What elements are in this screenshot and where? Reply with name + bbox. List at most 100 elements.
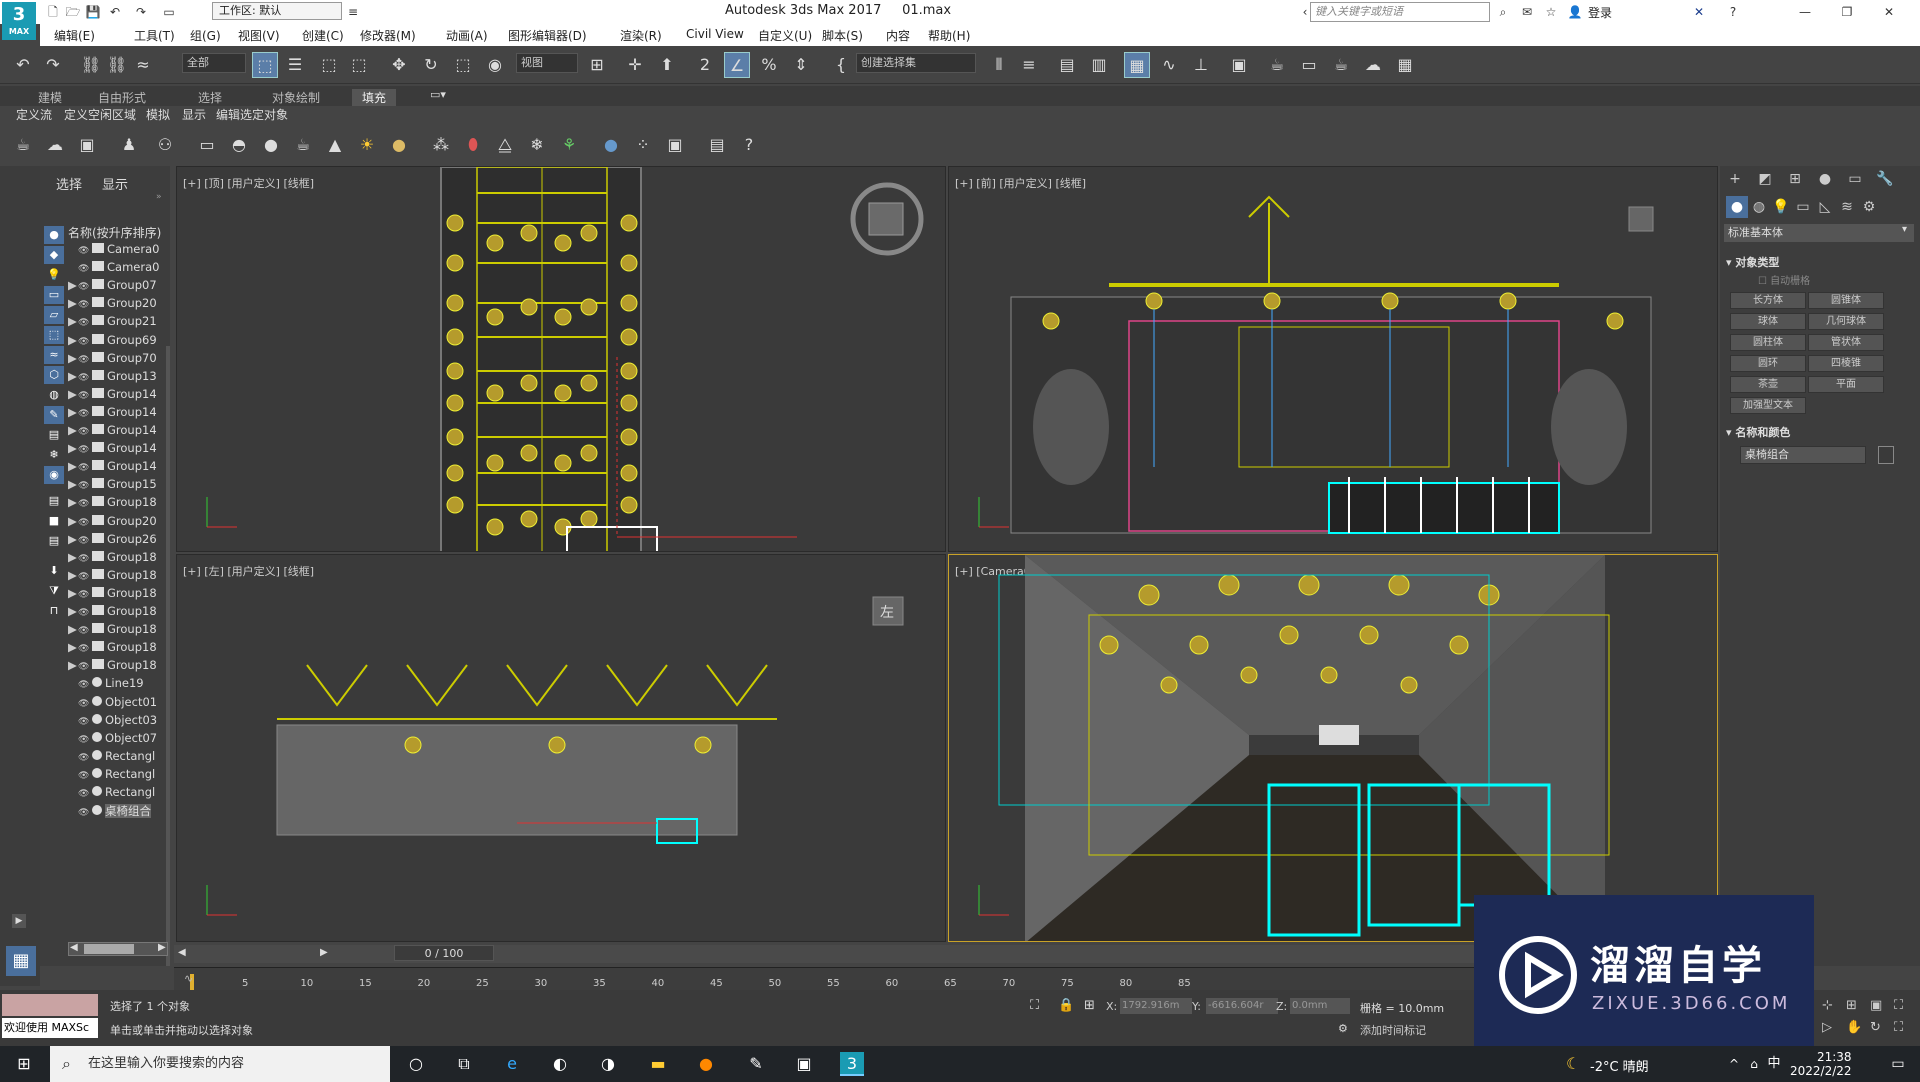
menu-item[interactable]: 创建(C): [302, 27, 344, 44]
redo-icon[interactable]: ↷: [132, 3, 150, 21]
display-frozen-icon[interactable]: ❄: [44, 446, 64, 464]
spinner-snap-icon[interactable]: ⇕: [788, 52, 814, 78]
3dsmax-taskbar-icon[interactable]: 3: [840, 1052, 864, 1076]
visibility-eye-icon[interactable]: 👁: [78, 572, 92, 582]
y-coordinate-field[interactable]: -6616.604r: [1206, 998, 1278, 1014]
display-children-icon[interactable]: ▤: [44, 492, 64, 510]
menu-item[interactable]: 工具(T): [134, 27, 175, 44]
scene-explorer-tab[interactable]: 选择: [56, 174, 82, 193]
menu-item[interactable]: 自定义(U): [758, 27, 812, 44]
ribbon-panel-item[interactable]: 显示: [182, 106, 206, 123]
file-explorer-icon[interactable]: ▬: [646, 1052, 670, 1076]
edge-icon[interactable]: e: [500, 1052, 524, 1076]
rendered-frame-icon[interactable]: ▭: [1296, 52, 1322, 78]
scene-list-item[interactable]: ▶👁 Group70: [68, 351, 170, 369]
object-color-swatch[interactable]: [1878, 446, 1894, 464]
scene-horizontal-scrollbar[interactable]: [68, 942, 168, 956]
visibility-eye-icon[interactable]: 👁: [78, 753, 92, 763]
scene-list-item[interactable]: ▶👁 Group69: [68, 333, 170, 351]
windows-start-icon[interactable]: ⊞: [12, 1052, 36, 1076]
scene-list-item[interactable]: 👁 Object07: [68, 731, 170, 749]
expand-chevron-icon[interactable]: ▶: [68, 514, 78, 528]
expand-chevron-icon[interactable]: ▶: [68, 586, 78, 600]
close-icon[interactable]: ✕: [1880, 3, 1898, 21]
primitive-button[interactable]: 球体: [1730, 313, 1806, 330]
name-color-section[interactable]: ▾ 名称和颜色: [1726, 424, 1790, 440]
time-prev-icon[interactable]: ◀: [178, 947, 186, 958]
angle-snap-icon[interactable]: ∠: [724, 52, 750, 78]
color-dots-icon[interactable]: ⁘: [632, 134, 654, 156]
percent-snap-icon[interactable]: %: [756, 52, 782, 78]
named-selection-dropdown[interactable]: 创建选择集: [856, 53, 976, 73]
scene-list-item[interactable]: ▶👁 Group14: [68, 405, 170, 423]
select-by-name-icon[interactable]: ☰: [282, 52, 308, 78]
menu-item[interactable]: 组(G): [190, 27, 221, 44]
absolute-mode-icon[interactable]: ⊞: [1084, 998, 1095, 1013]
visibility-eye-icon[interactable]: 👁: [78, 680, 92, 690]
select-children-icon[interactable]: ⬇: [44, 562, 64, 580]
add-time-tag[interactable]: 添加时间标记: [1360, 1022, 1426, 1038]
visibility-eye-icon[interactable]: 👁: [78, 626, 92, 636]
scene-list-item[interactable]: 👁 Camera0: [68, 242, 170, 260]
scroll-left-icon[interactable]: ◀: [70, 942, 78, 953]
notepad-icon[interactable]: ✎: [744, 1052, 768, 1076]
open-file-icon[interactable]: 🗁: [64, 3, 82, 21]
ribbon-tab[interactable]: 选择: [198, 89, 222, 106]
ime-indicator[interactable]: 中: [1762, 1052, 1786, 1076]
visibility-eye-icon[interactable]: 👁: [78, 337, 92, 347]
visibility-eye-icon[interactable]: 👁: [78, 735, 92, 745]
box-prim-icon[interactable]: ▭: [196, 134, 218, 156]
dome-icon[interactable]: ◓: [228, 134, 250, 156]
menu-item[interactable]: 脚本(S): [822, 27, 863, 44]
clipboard-icon[interactable]: ▤: [706, 134, 728, 156]
scale-icon[interactable]: ⬚: [450, 52, 476, 78]
visibility-eye-icon[interactable]: 👁: [78, 427, 92, 437]
image-icon[interactable]: ▣: [76, 134, 98, 156]
create-tab-icon[interactable]: +: [1724, 168, 1746, 190]
ribbon-panel-item[interactable]: 编辑选定对象: [216, 106, 288, 123]
display-all-icon[interactable]: ●: [44, 226, 64, 244]
expand-chevron-icon[interactable]: ▶: [68, 441, 78, 455]
a360-gallery-icon[interactable]: ▦: [1392, 52, 1418, 78]
zoom-extents-all-icon[interactable]: ⛶: [1894, 998, 1903, 1013]
shapes-icon[interactable]: ◍: [1748, 196, 1770, 218]
scene-list-item[interactable]: ▶👁 Group21: [68, 314, 170, 332]
visibility-eye-icon[interactable]: 👁: [78, 264, 92, 274]
visibility-eye-icon[interactable]: 👁: [78, 481, 92, 491]
display-cameras-icon[interactable]: ▭: [44, 286, 64, 304]
expand-chevron-icon[interactable]: ▶: [68, 296, 78, 310]
expand-chevron-icon[interactable]: ▶: [68, 333, 78, 347]
display-hidden-icon[interactable]: ◉: [44, 466, 64, 484]
expand-chevron-icon[interactable]: ▶: [68, 658, 78, 672]
viewport-camera[interactable]: [+] [Camera01] [用户定义] [边面]: [948, 554, 1718, 942]
teapot-icon[interactable]: ☕: [12, 134, 34, 156]
app-icon-3[interactable]: ▣: [792, 1052, 816, 1076]
ribbon-tab[interactable]: 填充: [352, 89, 397, 106]
clock[interactable]: 21:38 2022/2/22: [1790, 1050, 1852, 1078]
frame-counter[interactable]: 0 / 100: [394, 945, 494, 961]
expand-chevron-icon[interactable]: ▶: [68, 604, 78, 618]
expand-chevron-icon[interactable]: ▶: [68, 622, 78, 636]
cameras-icon[interactable]: ▭: [1792, 196, 1814, 218]
systems-icon[interactable]: ⚙: [1858, 196, 1880, 218]
primitive-button[interactable]: 平面: [1808, 376, 1884, 393]
ribbon-options-icon[interactable]: ▭▾: [430, 88, 446, 101]
zoom-all-icon[interactable]: ⊞: [1846, 998, 1857, 1013]
expand-chevron-icon[interactable]: ▶: [68, 351, 78, 365]
expand-chevron-icon[interactable]: ▶: [68, 640, 78, 654]
visibility-eye-icon[interactable]: 👁: [78, 662, 92, 672]
primitive-button[interactable]: 圆环: [1730, 355, 1806, 372]
undo-icon[interactable]: ↶: [106, 3, 124, 21]
primitive-button[interactable]: 茶壶: [1730, 376, 1806, 393]
expand-chevron-icon[interactable]: ▶: [68, 405, 78, 419]
object-type-section[interactable]: ▾ 对象类型: [1726, 254, 1779, 270]
align-icon[interactable]: ≡: [1016, 52, 1042, 78]
favorites-icon[interactable]: ☆: [1542, 3, 1560, 21]
hair-icon[interactable]: ⚘: [558, 134, 580, 156]
cone-prim-icon[interactable]: ▲: [324, 134, 346, 156]
display-influences-icon[interactable]: ■: [44, 512, 64, 530]
hierarchy-tab-icon[interactable]: ⊞: [1784, 168, 1806, 190]
particles-icon[interactable]: ⁂: [430, 134, 452, 156]
render-setup-icon[interactable]: ☕: [1264, 52, 1290, 78]
schematic-view-icon[interactable]: ⊥: [1188, 52, 1214, 78]
